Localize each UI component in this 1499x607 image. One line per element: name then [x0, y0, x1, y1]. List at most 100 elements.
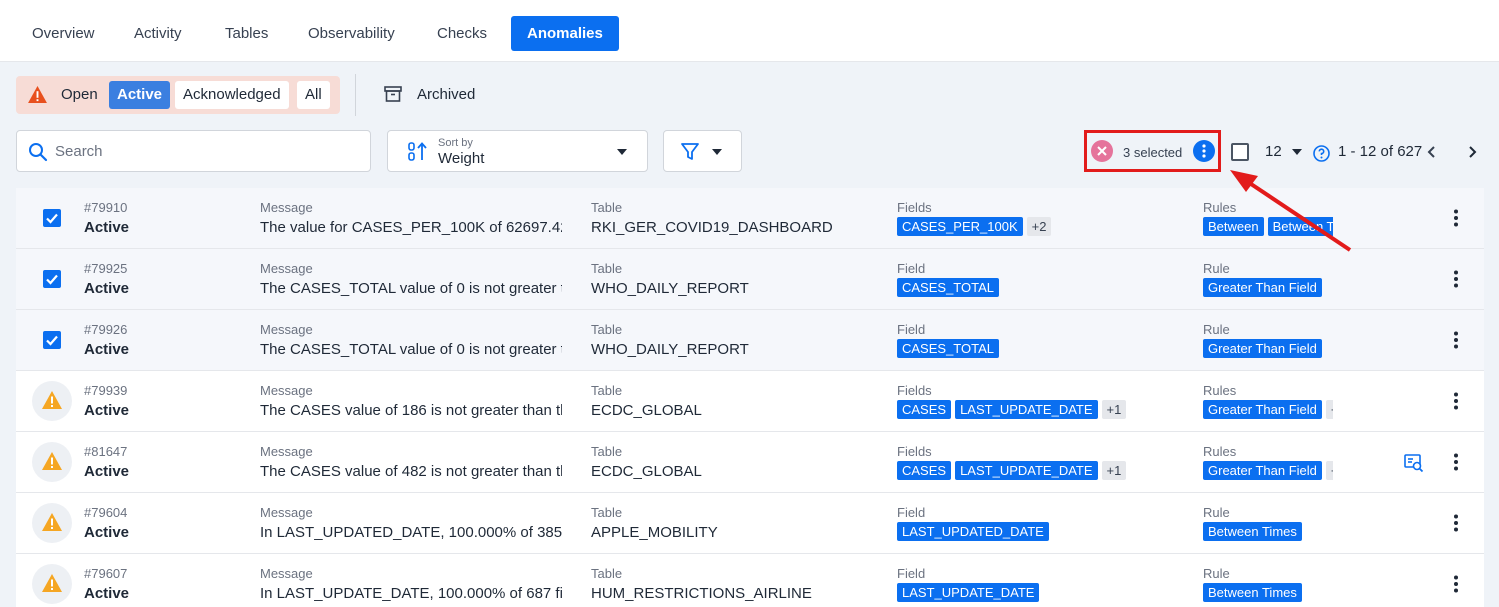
- row-checkbox[interactable]: [43, 331, 61, 349]
- anomaly-status-icon[interactable]: [32, 381, 72, 421]
- fields-label: Fields: [897, 444, 932, 459]
- help-icon[interactable]: [1313, 145, 1330, 162]
- filter-all[interactable]: All: [297, 81, 330, 109]
- more-vertical-icon[interactable]: [1453, 514, 1459, 532]
- check-icon: [46, 274, 58, 285]
- tab-checks[interactable]: Checks: [421, 16, 503, 51]
- message-label: Message: [260, 566, 313, 581]
- more-fields-badge[interactable]: +1: [1101, 400, 1127, 419]
- table-label: Table: [591, 261, 623, 276]
- rule-tags: Between Times: [1203, 522, 1333, 541]
- sort-dropdown[interactable]: Sort by Weight: [387, 130, 648, 172]
- sort-value: Weight: [438, 150, 485, 167]
- more-vertical-icon[interactable]: [1453, 453, 1459, 471]
- anomaly-id: #81647: [84, 444, 128, 459]
- sort-by-label: Sort by: [438, 137, 473, 149]
- rule-tag: Greater Than Field: [1203, 339, 1322, 358]
- rule-tag: Greater Than Field: [1203, 400, 1322, 419]
- tab-activity[interactable]: Activity: [118, 16, 198, 51]
- message-label: Message: [260, 505, 313, 520]
- warning-icon: [42, 391, 62, 409]
- search-input[interactable]: [55, 139, 355, 163]
- rule-tags: Between Times: [1203, 583, 1333, 602]
- table-row[interactable]: #79607 Active Message In LAST_UPDATE_DATE, …: [16, 554, 1484, 607]
- more-vertical-icon[interactable]: [1453, 209, 1459, 227]
- filter-acknowledged[interactable]: Acknowledged: [175, 81, 289, 109]
- anomaly-status-icon[interactable]: [32, 503, 72, 543]
- clear-selection-button[interactable]: [1091, 140, 1113, 162]
- fields-label: Field: [897, 566, 926, 581]
- table-row[interactable]: #79926 Active Message The CASES_TOTAL value…: [16, 310, 1484, 371]
- rules-label: Rules: [1203, 444, 1237, 459]
- tab-observability[interactable]: Observability: [292, 16, 411, 51]
- table-row[interactable]: #79604 Active Message In LAST_UPDATED_DATE,…: [16, 493, 1484, 554]
- message-text: The CASES value of 186 is not greater th…: [260, 402, 562, 419]
- rule-tag: Greater Than Field: [1203, 461, 1322, 480]
- rules-label: Rule: [1203, 261, 1230, 276]
- rule-tags: Greater Than Field+: [1203, 400, 1333, 419]
- table-name: HUM_RESTRICTIONS_AIRLINE: [591, 585, 812, 602]
- field-tags: CASES_TOTAL: [897, 278, 1187, 297]
- search-box: [16, 130, 371, 172]
- field-tags: CASES LAST_UPDATE_DATE +1: [897, 400, 1187, 419]
- rule-tags: Greater Than Field: [1203, 339, 1333, 358]
- more-rules-badge[interactable]: +: [1325, 400, 1333, 419]
- page-size-select[interactable]: 12: [1265, 143, 1282, 160]
- table-name: ECDC_GLOBAL: [591, 463, 702, 480]
- warning-icon: [28, 86, 47, 103]
- anomaly-id: #79939: [84, 383, 128, 398]
- rule-tags: Between Between T: [1203, 217, 1333, 236]
- inspect-icon[interactable]: [1404, 453, 1424, 473]
- more-vertical-icon[interactable]: [1453, 575, 1459, 593]
- filter-button[interactable]: [663, 130, 742, 172]
- check-icon: [46, 335, 58, 346]
- divider: [355, 74, 356, 116]
- warning-icon: [42, 452, 62, 470]
- more-rules-badge[interactable]: +: [1325, 461, 1333, 480]
- more-fields-badge[interactable]: +1: [1101, 461, 1127, 480]
- field-tags: LAST_UPDATED_DATE: [897, 522, 1187, 541]
- rule-tag: Between Times: [1203, 522, 1302, 541]
- chevron-down-icon[interactable]: [1292, 149, 1302, 155]
- search-icon: [29, 143, 48, 162]
- field-tags: LAST_UPDATE_DATE: [897, 583, 1187, 602]
- more-fields-badge[interactable]: +2: [1026, 217, 1052, 236]
- table-label: Table: [591, 566, 623, 581]
- status-filter: Open Active Acknowledged All: [16, 76, 340, 114]
- table-row[interactable]: #79910 Active Message The value for CASES_P…: [16, 188, 1484, 249]
- bulk-actions-button[interactable]: [1193, 140, 1215, 162]
- message-text: The CASES value of 482 is not greater th…: [260, 463, 562, 480]
- tab-tables[interactable]: Tables: [209, 16, 284, 51]
- message-label: Message: [260, 200, 313, 215]
- anomaly-id: #79910: [84, 200, 128, 215]
- chevron-down-icon: [712, 149, 722, 155]
- selected-count: 3 selected: [1123, 145, 1183, 160]
- filter-active[interactable]: Active: [109, 81, 171, 109]
- message-text: The value for CASES_PER_100K of 62697.42…: [260, 219, 562, 236]
- anomaly-status-icon[interactable]: [32, 564, 72, 604]
- table-row[interactable]: #79925 Active Message The CASES_TOTAL value…: [16, 249, 1484, 310]
- anomaly-id: #79607: [84, 566, 128, 581]
- more-vertical-icon[interactable]: [1453, 392, 1459, 410]
- rule-tag: Between Times: [1203, 583, 1302, 602]
- anomaly-status-icon[interactable]: [32, 442, 72, 482]
- field-tag: LAST_UPDATE_DATE: [955, 400, 1098, 419]
- anomaly-status: Active: [84, 524, 130, 541]
- more-vertical-icon[interactable]: [1453, 270, 1459, 288]
- tab-overview[interactable]: Overview: [16, 16, 111, 51]
- message-label: Message: [260, 261, 313, 276]
- table-name: WHO_DAILY_REPORT: [591, 341, 749, 358]
- more-vertical-icon[interactable]: [1453, 331, 1459, 349]
- select-all-checkbox[interactable]: [1231, 143, 1249, 161]
- open-label: Open: [61, 86, 98, 103]
- chevron-left-icon[interactable]: [1425, 145, 1439, 159]
- fields-label: Field: [897, 261, 926, 276]
- warning-icon: [42, 513, 62, 531]
- table-row[interactable]: #81647 Active Message The CASES value of 48…: [16, 432, 1484, 493]
- row-checkbox[interactable]: [43, 209, 61, 227]
- chevron-right-icon[interactable]: [1465, 145, 1479, 159]
- row-checkbox[interactable]: [43, 270, 61, 288]
- table-row[interactable]: #79939 Active Message The CASES value of 18…: [16, 371, 1484, 432]
- table-name: WHO_DAILY_REPORT: [591, 280, 749, 297]
- tab-anomalies[interactable]: Anomalies: [511, 16, 619, 51]
